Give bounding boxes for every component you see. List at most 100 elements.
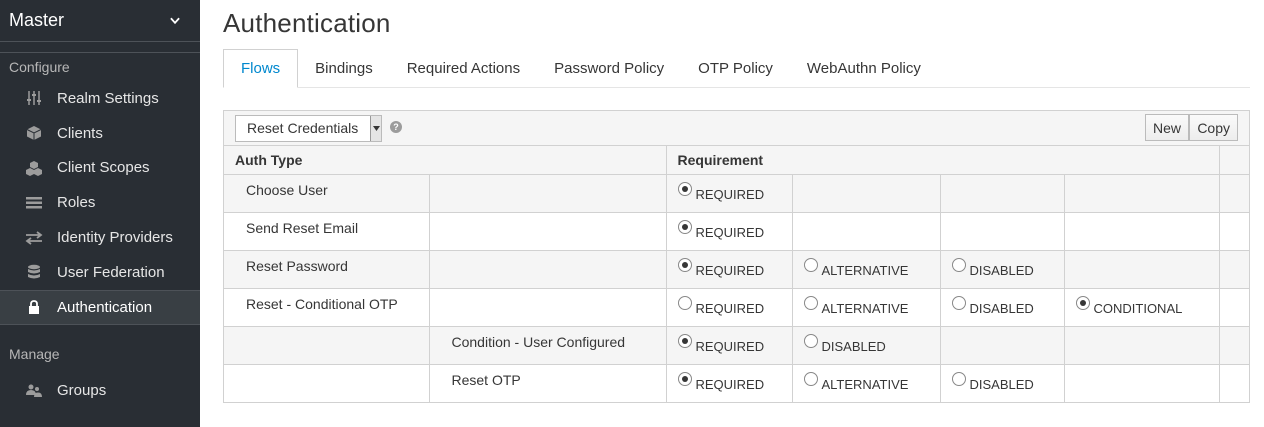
requirement-radio[interactable] [951,296,966,310]
tab-password-policy[interactable]: Password Policy [537,49,681,88]
requirement-cell: REQUIRED [665,173,793,213]
requirement-option[interactable]: ALTERNATIVE [803,372,940,392]
requirement-radio[interactable] [951,258,966,272]
sidebar-item-label: User Federation [57,263,165,281]
auth-name-cell: Reset Password [224,249,430,289]
sidebar-item-groups[interactable]: Groups [0,374,200,409]
flow-select[interactable]: Reset Credentials [235,114,382,142]
sidebar-item-user-federation[interactable]: User Federation [0,255,200,290]
requirement-option[interactable]: REQUIRED [677,258,792,278]
actions-cell [1218,211,1250,251]
cube-icon [24,124,44,142]
database-icon [24,263,44,281]
requirement-radio[interactable] [951,372,966,386]
sliders-icon [24,89,44,107]
requirement-radio[interactable] [677,372,692,386]
requirement-option[interactable]: ALTERNATIVE [803,296,940,316]
tab-bar: Flows Bindings Required Actions Password… [223,49,1250,88]
exchange-icon [24,229,44,247]
requirement-option[interactable]: CONDITIONAL [1075,296,1219,316]
new-button[interactable]: New [1144,114,1189,141]
requirement-option[interactable]: DISABLED [951,258,1064,278]
actions-cell [1218,287,1250,327]
requirement-radio[interactable] [677,334,692,348]
realm-selector[interactable]: Master [0,0,200,42]
requirement-radio[interactable] [1075,296,1090,310]
tab-bindings[interactable]: Bindings [298,49,390,88]
requirement-label: REQUIRED [695,338,765,354]
requirement-label: ALTERNATIVE [821,262,909,278]
sidebar-item-label: Realm Settings [57,89,159,107]
actions-header [1219,146,1250,175]
requirement-cell: REQUIRED [665,249,793,289]
requirement-radio[interactable] [677,296,692,310]
requirement-cell [1063,325,1220,365]
sidebar-item-realm-settings[interactable]: Realm Settings [0,81,200,116]
auth-name-cell: Send Reset Email [224,211,430,251]
actions-cell [1218,325,1250,365]
sidebar-item-roles[interactable]: Roles [0,185,200,220]
tab-webauthn-policy[interactable]: WebAuthn Policy [790,49,938,88]
requirement-cell: DISABLED [939,249,1065,289]
requirement-label: REQUIRED [695,376,765,392]
tab-required-actions[interactable]: Required Actions [390,49,537,88]
requirement-label: DISABLED [969,300,1034,316]
requirement-radio[interactable] [803,296,818,310]
requirement-header: Requirement [666,146,1220,175]
requirement-cell [791,173,941,213]
sidebar-item-identity-providers[interactable]: Identity Providers [0,220,200,255]
copy-button[interactable]: Copy [1189,114,1238,141]
requirement-radio[interactable] [677,258,692,272]
requirement-radio[interactable] [803,258,818,272]
configure-section-title: Configure [9,59,70,75]
sidebar-item-clients[interactable]: Clients [0,116,200,151]
requirement-cell [1063,363,1220,402]
requirement-option[interactable]: DISABLED [951,372,1064,392]
auth-type-header: Auth Type [224,146,667,175]
sidebar-item-client-scopes[interactable]: Client Scopes [0,151,200,186]
requirement-label: REQUIRED [695,300,765,316]
sidebar-item-label: Groups [57,382,107,400]
table-row: Reset Password REQUIRED ALTERNATIVE DISABLE… [224,249,1250,289]
requirement-cell [939,325,1065,365]
sidebar-divider [0,42,200,53]
requirement-option[interactable]: DISABLED [951,296,1064,316]
auth-name-cell: Reset - Conditional OTP [224,287,430,327]
page-title: Authentication [223,8,391,38]
requirement-radio[interactable] [677,220,692,234]
requirement-option[interactable]: DISABLED [803,334,940,354]
actions-cell [1218,249,1250,289]
actions-cell [1218,363,1250,402]
requirement-cell [1063,249,1220,289]
lock-icon [24,298,44,316]
requirement-radio[interactable] [677,182,692,196]
requirement-label: DISABLED [969,262,1034,278]
sidebar-item-label: Roles [57,194,96,212]
tab-flows[interactable]: Flows [223,49,299,88]
requirement-radio[interactable] [803,334,818,348]
help-icon[interactable]: ? [390,120,402,133]
requirement-label: REQUIRED [695,186,765,202]
users-icon [24,382,44,400]
sub-execution-cell: Condition - User Configured [428,325,667,365]
tab-otp-policy[interactable]: OTP Policy [681,49,790,88]
list-icon [24,194,44,212]
requirement-cell: CONDITIONAL [1063,287,1220,327]
sub-execution-cell [428,173,667,213]
sidebar-item-authentication[interactable]: Authentication [0,289,200,325]
actions-cell [1218,173,1250,213]
requirement-label: ALTERNATIVE [821,300,909,316]
requirement-cell [1063,211,1220,251]
requirement-option[interactable]: REQUIRED [677,296,792,316]
requirement-option[interactable]: REQUIRED [677,220,792,240]
realm-name: Master [9,10,65,30]
requirement-option[interactable]: REQUIRED [677,182,792,202]
requirement-option[interactable]: REQUIRED [677,334,792,354]
requirement-option[interactable]: REQUIRED [677,372,792,392]
requirement-cell: DISABLED [939,363,1065,402]
requirement-label: REQUIRED [695,262,765,278]
requirement-radio[interactable] [803,372,818,386]
requirement-option[interactable]: ALTERNATIVE [803,258,940,278]
flow-toolbar: Reset Credentials ? New Copy [224,111,1249,146]
